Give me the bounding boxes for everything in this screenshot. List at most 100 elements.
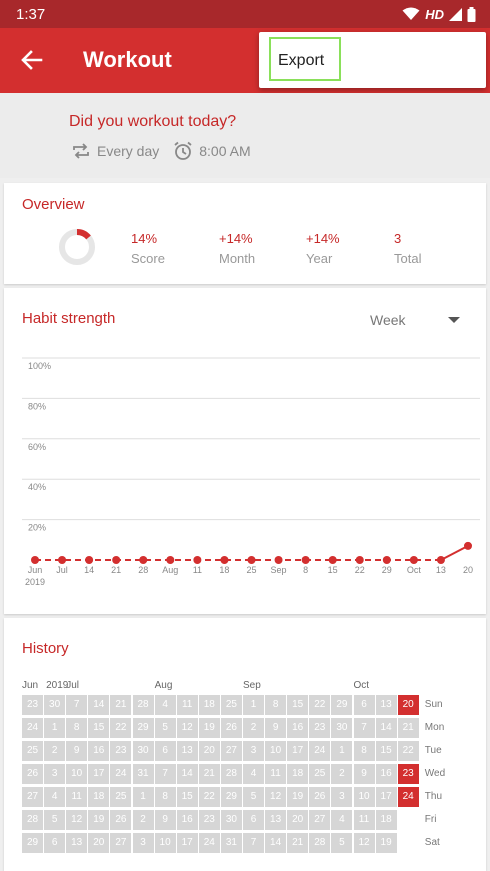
history-day-cell[interactable]: 24 bbox=[198, 833, 220, 853]
history-day-cell[interactable]: 20 bbox=[198, 741, 220, 761]
history-day-cell[interactable]: 1 bbox=[331, 741, 353, 761]
history-day-cell[interactable]: 9 bbox=[265, 718, 287, 738]
history-day-cell[interactable]: 27 bbox=[309, 810, 331, 830]
history-day-cell[interactable]: 1 bbox=[132, 787, 154, 807]
history-day-cell[interactable]: 23 bbox=[110, 741, 132, 761]
history-day-cell[interactable]: 5 bbox=[331, 833, 353, 853]
history-day-cell[interactable]: 2 bbox=[44, 741, 66, 761]
history-day-cell[interactable]: 10 bbox=[154, 833, 176, 853]
history-day-cell[interactable]: 30 bbox=[220, 810, 242, 830]
history-day-cell[interactable]: 19 bbox=[287, 787, 309, 807]
history-day-cell[interactable]: 13 bbox=[176, 741, 198, 761]
history-day-cell[interactable]: 27 bbox=[110, 833, 132, 853]
history-day-cell[interactable]: 24 bbox=[110, 764, 132, 784]
history-day-cell[interactable]: 15 bbox=[375, 741, 397, 761]
history-day-cell[interactable]: 19 bbox=[88, 810, 110, 830]
history-day-cell[interactable]: 10 bbox=[265, 741, 287, 761]
history-day-cell[interactable]: 15 bbox=[176, 787, 198, 807]
period-dropdown[interactable]: Week bbox=[370, 312, 480, 334]
history-day-cell[interactable]: 13 bbox=[66, 833, 88, 853]
history-day-cell[interactable]: 3 bbox=[132, 833, 154, 853]
history-day-cell[interactable]: 4 bbox=[44, 787, 66, 807]
history-day-cell[interactable]: 31 bbox=[132, 764, 154, 784]
history-day-cell[interactable]: 10 bbox=[66, 764, 88, 784]
history-day-cell[interactable]: 1 bbox=[243, 695, 264, 715]
history-day-cell[interactable]: 20 bbox=[397, 695, 419, 715]
history-day-cell[interactable]: 21 bbox=[110, 695, 132, 715]
history-day-cell[interactable]: 5 bbox=[243, 787, 264, 807]
history-day-cell[interactable]: 2 bbox=[331, 764, 353, 784]
history-day-cell[interactable]: 30 bbox=[331, 718, 353, 738]
history-day-cell[interactable]: 22 bbox=[110, 718, 132, 738]
history-day-cell[interactable]: 16 bbox=[88, 741, 110, 761]
history-day-cell[interactable]: 4 bbox=[154, 695, 176, 715]
history-day-cell[interactable]: 11 bbox=[265, 764, 287, 784]
history-day-cell[interactable]: 12 bbox=[265, 787, 287, 807]
history-day-cell[interactable]: 25 bbox=[22, 741, 43, 761]
history-day-cell[interactable]: 21 bbox=[198, 764, 220, 784]
history-day-cell[interactable]: 2 bbox=[243, 718, 264, 738]
history-day-cell[interactable]: 24 bbox=[22, 718, 43, 738]
history-day-cell[interactable]: 25 bbox=[110, 787, 132, 807]
history-day-cell[interactable]: 27 bbox=[22, 787, 43, 807]
history-day-cell[interactable]: 3 bbox=[243, 741, 264, 761]
history-day-cell[interactable]: 29 bbox=[220, 787, 242, 807]
history-day-cell[interactable]: 31 bbox=[220, 833, 242, 853]
history-day-cell[interactable]: 3 bbox=[331, 787, 353, 807]
history-day-cell[interactable]: 12 bbox=[176, 718, 198, 738]
history-day-cell[interactable]: 17 bbox=[88, 764, 110, 784]
history-day-cell[interactable]: 17 bbox=[176, 833, 198, 853]
history-day-cell[interactable]: 12 bbox=[353, 833, 375, 853]
history-day-cell[interactable]: 28 bbox=[132, 695, 154, 715]
history-day-cell[interactable]: 29 bbox=[22, 833, 43, 853]
history-day-cell[interactable]: 27 bbox=[220, 741, 242, 761]
history-day-cell[interactable]: 24 bbox=[397, 787, 419, 807]
history-day-cell[interactable]: 18 bbox=[287, 764, 309, 784]
history-day-cell[interactable]: 16 bbox=[287, 718, 309, 738]
history-day-cell[interactable]: 14 bbox=[375, 718, 397, 738]
history-day-cell[interactable]: 14 bbox=[88, 695, 110, 715]
history-day-cell[interactable]: 5 bbox=[44, 810, 66, 830]
history-day-cell[interactable]: 23 bbox=[22, 695, 43, 715]
history-day-cell[interactable]: 23 bbox=[198, 810, 220, 830]
history-day-cell[interactable]: 19 bbox=[375, 833, 397, 853]
history-day-cell[interactable]: 6 bbox=[154, 741, 176, 761]
history-day-cell[interactable]: 8 bbox=[154, 787, 176, 807]
history-day-cell[interactable]: 8 bbox=[66, 718, 88, 738]
history-day-cell[interactable]: 28 bbox=[220, 764, 242, 784]
history-day-cell[interactable]: 21 bbox=[397, 718, 419, 738]
history-day-cell[interactable]: 23 bbox=[309, 718, 331, 738]
history-day-cell[interactable]: 24 bbox=[309, 741, 331, 761]
history-day-cell[interactable]: 9 bbox=[66, 741, 88, 761]
history-day-cell[interactable]: 11 bbox=[66, 787, 88, 807]
history-day-cell[interactable]: 21 bbox=[287, 833, 309, 853]
history-day-cell[interactable]: 23 bbox=[397, 764, 419, 784]
history-day-cell[interactable]: 7 bbox=[154, 764, 176, 784]
history-day-cell[interactable]: 22 bbox=[309, 695, 331, 715]
history-day-cell[interactable]: 26 bbox=[220, 718, 242, 738]
history-day-cell[interactable]: 6 bbox=[353, 695, 375, 715]
history-day-cell[interactable]: 6 bbox=[44, 833, 66, 853]
history-day-cell[interactable]: 5 bbox=[154, 718, 176, 738]
history-day-cell[interactable]: 20 bbox=[287, 810, 309, 830]
history-day-cell[interactable]: 7 bbox=[66, 695, 88, 715]
history-day-cell[interactable]: 4 bbox=[243, 764, 264, 784]
history-day-cell[interactable]: 29 bbox=[132, 718, 154, 738]
history-day-cell[interactable]: 28 bbox=[309, 833, 331, 853]
history-day-cell[interactable]: 22 bbox=[397, 741, 419, 761]
history-day-cell[interactable]: 25 bbox=[220, 695, 242, 715]
history-day-cell[interactable]: 22 bbox=[198, 787, 220, 807]
history-day-cell[interactable]: 25 bbox=[309, 764, 331, 784]
history-day-cell[interactable]: 18 bbox=[88, 787, 110, 807]
history-day-cell[interactable]: 3 bbox=[44, 764, 66, 784]
back-button[interactable] bbox=[18, 46, 46, 74]
history-day-cell[interactable]: 7 bbox=[353, 718, 375, 738]
history-day-cell[interactable]: 28 bbox=[22, 810, 43, 830]
history-day-cell[interactable]: 9 bbox=[353, 764, 375, 784]
history-day-cell[interactable]: 11 bbox=[353, 810, 375, 830]
history-day-cell[interactable]: 1 bbox=[44, 718, 66, 738]
menu-item-export[interactable]: Export bbox=[269, 37, 341, 81]
history-day-cell[interactable]: 6 bbox=[243, 810, 264, 830]
history-day-cell[interactable]: 30 bbox=[132, 741, 154, 761]
history-day-cell[interactable]: 4 bbox=[331, 810, 353, 830]
